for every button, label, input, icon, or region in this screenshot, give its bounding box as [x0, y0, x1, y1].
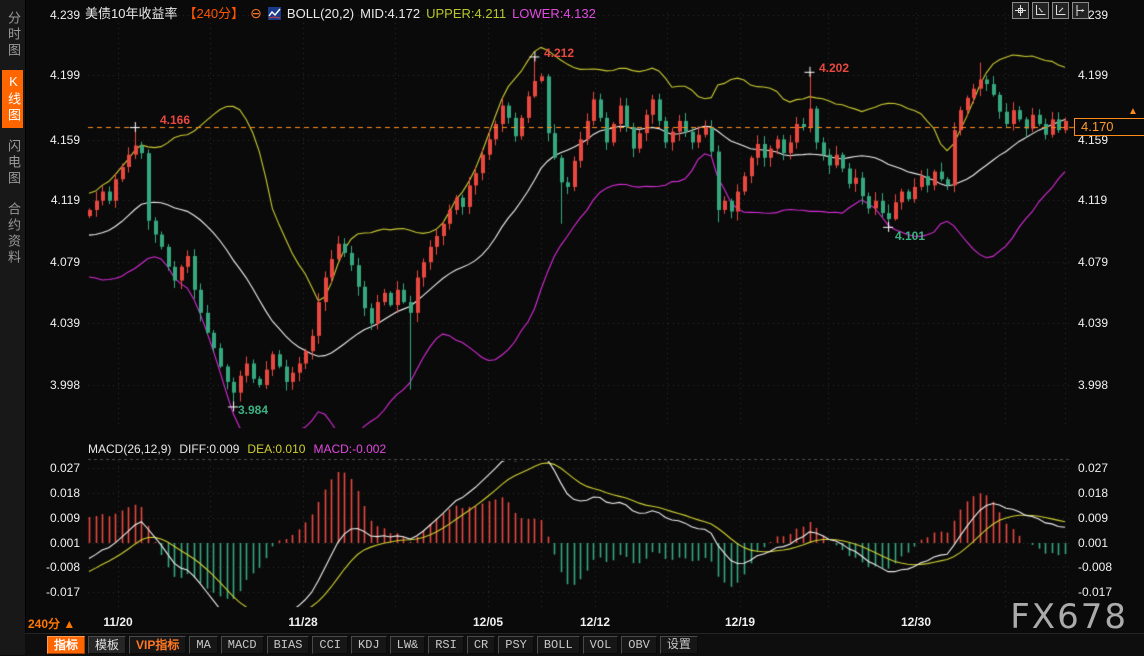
- x-axis-date-label: 12/12: [573, 615, 617, 629]
- current-price-badge: 4.170: [1074, 118, 1144, 136]
- chart-header: 美债10年收益率【240分】 ⊖ BOLL(20,2) MID:4.172 UPPER:…: [85, 3, 602, 23]
- current-price-marker-icon: ▲: [1128, 106, 1138, 117]
- x-axis-date-label: 11/20: [96, 615, 140, 629]
- price-label-low-3984: 3.984: [238, 403, 268, 417]
- bottom-toolbar: 指标模板VIP指标MAMACDBIASCCIKDJLW&RSICRPSYBOLL…: [25, 633, 1144, 656]
- y-axis-label-right: 3.998: [1078, 378, 1136, 392]
- sidebar-item-flash-chart[interactable]: 闪电图: [2, 135, 23, 191]
- watermark: FX678: [1010, 597, 1128, 637]
- period-tag: 【240分】: [183, 6, 244, 21]
- macd-axis-label-right: 0.009: [1078, 511, 1136, 525]
- y-axis-label-right: 4.079: [1078, 255, 1136, 269]
- toolbar-button-lwr[interactable]: LW&: [390, 636, 426, 654]
- y-axis-label-right: 4.039: [1078, 316, 1136, 330]
- boll-mid-value: MID:4.172: [360, 6, 420, 21]
- sidebar-item-kline-chart[interactable]: K线图: [2, 70, 23, 128]
- toolbar-button-boll[interactable]: BOLL: [537, 636, 580, 654]
- toolbar-button-bias[interactable]: BIAS: [267, 636, 310, 654]
- chart-canvas[interactable]: [0, 0, 1144, 655]
- instrument-title: 美债10年收益率: [85, 6, 177, 21]
- toolbar-button-indicator[interactable]: 指标: [47, 636, 85, 654]
- x-axis-date-label: 12/19: [718, 615, 762, 629]
- toolbar-button-vip-indicator[interactable]: VIP指标: [129, 636, 186, 654]
- toolbar-button-psy[interactable]: PSY: [498, 636, 534, 654]
- price-label-high-4202: 4.202: [819, 61, 849, 75]
- boll-lower-value: LOWER:4.132: [512, 6, 596, 21]
- macd-axis-label-right: 0.018: [1078, 486, 1136, 500]
- macd-axis-label-left: 0.001: [28, 536, 80, 550]
- axis-scale-icon[interactable]: [1032, 2, 1049, 19]
- sidebar: 分时图 K线图 闪电图 合约资料: [0, 0, 26, 655]
- x-axis-date-label: 12/05: [466, 615, 510, 629]
- macd-label: MACD(26,12,9): [88, 442, 171, 456]
- boll-upper-value: UPPER:4.211: [426, 6, 506, 21]
- collapse-icon[interactable]: ⊖: [250, 5, 262, 21]
- period-selector[interactable]: 240分 ▲: [28, 615, 75, 632]
- y-axis-label-left: 4.079: [28, 255, 80, 269]
- sidebar-item-timeline-chart[interactable]: 分时图: [2, 7, 23, 63]
- x-axis-date-label: 12/30: [894, 615, 938, 629]
- y-axis-label-left: 4.159: [28, 133, 80, 147]
- axis-pan-icon[interactable]: [1052, 2, 1069, 19]
- toolbar-button-macd[interactable]: MACD: [221, 636, 264, 654]
- macd-header: MACD(26,12,9) DIFF:0.009 DEA:0.010 MACD:-0.…: [88, 442, 394, 456]
- macd-dea-value: DEA:0.010: [247, 442, 305, 456]
- toolbar-button-ma[interactable]: MA: [189, 636, 217, 654]
- y-axis-label-left: 4.119: [28, 193, 80, 207]
- y-axis-label-right: 4.119: [1078, 193, 1136, 207]
- right-edge-icon[interactable]: [1072, 2, 1089, 19]
- toolbar-button-cci[interactable]: CCI: [312, 636, 348, 654]
- macd-axis-label-right: 0.027: [1078, 461, 1136, 475]
- toolbar-button-vol[interactable]: VOL: [583, 636, 619, 654]
- crosshair-icon[interactable]: [1012, 2, 1029, 19]
- macd-axis-label-left: -0.008: [28, 560, 80, 574]
- macd-bar-value: MACD:-0.002: [313, 442, 386, 456]
- y-axis-label-left: 4.039: [28, 316, 80, 330]
- macd-axis-label-left: 0.027: [28, 461, 80, 475]
- y-axis-label-left: 3.998: [28, 378, 80, 392]
- toolbar-button-template[interactable]: 模板: [88, 636, 126, 654]
- price-label-low-4101: 4.101: [895, 229, 925, 243]
- window-icon-group: [1012, 2, 1089, 19]
- toolbar-button-rsi[interactable]: RSI: [428, 636, 464, 654]
- macd-diff-value: DIFF:0.009: [179, 442, 239, 456]
- macd-axis-label-right: 0.001: [1078, 536, 1136, 550]
- y-axis-label-right: 4.199: [1078, 68, 1136, 82]
- toolbar-button-kdj[interactable]: KDJ: [351, 636, 387, 654]
- toolbar-button-cr[interactable]: CR: [467, 636, 495, 654]
- x-axis-date-label: 11/28: [281, 615, 325, 629]
- boll-label: BOLL(20,2): [287, 6, 354, 21]
- macd-axis-label-right: -0.008: [1078, 560, 1136, 574]
- macd-axis-label-left: -0.017: [28, 585, 80, 599]
- price-label-high-4212: 4.212: [544, 46, 574, 60]
- y-axis-label-left: 4.239: [28, 8, 80, 22]
- chart-type-icon[interactable]: [268, 7, 281, 23]
- sidebar-item-contract-info[interactable]: 合约资料: [2, 198, 23, 270]
- macd-axis-label-left: 0.018: [28, 486, 80, 500]
- period-arrow-icon: ▲: [63, 617, 75, 631]
- macd-axis-label-left: 0.009: [28, 511, 80, 525]
- toolbar-button-obv[interactable]: OBV: [621, 636, 657, 654]
- price-label-high-4166: 4.166: [160, 113, 190, 127]
- toolbar-button-settings[interactable]: 设置: [660, 636, 698, 654]
- y-axis-label-left: 4.199: [28, 68, 80, 82]
